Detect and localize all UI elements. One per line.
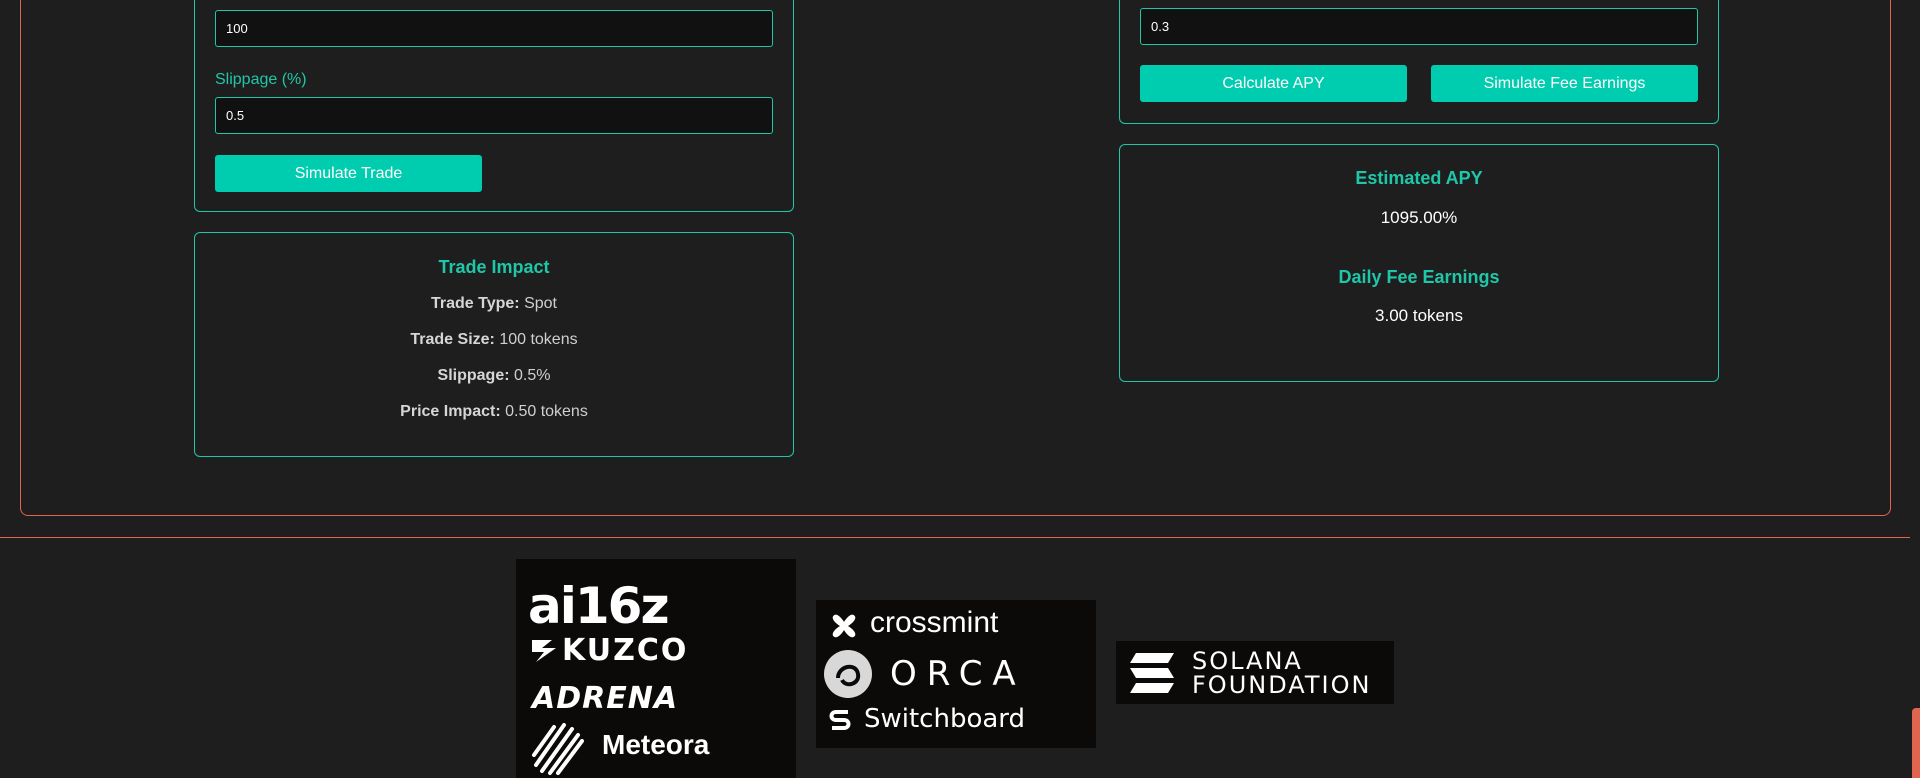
trade-size-input[interactable]: 100	[215, 10, 773, 47]
sponsor-logos-group-2: crossmint ORCA Switchboard	[816, 600, 1096, 748]
slippage-input[interactable]: 0.5	[215, 97, 773, 134]
ai16z-logo: ai16z	[528, 577, 670, 635]
switchboard-logo: Switchboard	[864, 704, 1026, 734]
sponsor-logos-group-1: ai16z KUZCO ADRENA Meteora	[516, 559, 796, 778]
meteora-icon	[528, 717, 588, 777]
simulate-fee-earnings-button[interactable]: Simulate Fee Earnings	[1431, 65, 1698, 102]
slippage-row-value: 0.5%	[509, 367, 551, 384]
price-impact-value: 0.50 tokens	[500, 403, 588, 420]
kuzco-icon	[530, 636, 558, 664]
trade-impact-panel: Trade Impact Trade Type: Spot Trade Size…	[194, 232, 794, 457]
orca-logo: ORCA	[890, 654, 1026, 694]
adrena-logo: ADRENA	[532, 681, 679, 716]
slippage-row: Slippage: 0.5%	[195, 367, 793, 385]
trade-size-label: Trade Size:	[410, 331, 495, 348]
meteora-logo: Meteora	[602, 729, 710, 760]
trade-type-value: Spot	[519, 295, 557, 312]
footer-divider	[0, 537, 1910, 538]
simulate-trade-button[interactable]: Simulate Trade	[215, 155, 482, 192]
trade-impact-title: Trade Impact	[438, 257, 550, 277]
switchboard-icon	[826, 706, 854, 734]
scrollbar-thumb[interactable]	[1912, 708, 1920, 778]
calculate-apy-button[interactable]: Calculate APY	[1140, 65, 1407, 102]
daily-fee-title: Daily Fee Earnings	[1338, 267, 1500, 287]
trade-size-value: 100 tokens	[494, 331, 578, 348]
price-impact-row: Price Impact: 0.50 tokens	[195, 403, 793, 421]
trade-size-row: Trade Size: 100 tokens	[195, 331, 793, 349]
trade-type-row: Trade Type: Spot	[195, 295, 793, 313]
orca-icon	[822, 648, 874, 700]
trade-form-panel: 100 Slippage (%) 0.5 Simulate Trade	[194, 0, 794, 212]
slippage-row-label: Slippage:	[437, 367, 510, 384]
solana-icon	[1128, 651, 1176, 695]
liquidity-form-panel: 0.3 Calculate APY Simulate Fee Earnings	[1119, 0, 1719, 124]
daily-fee-value: 3.00 tokens	[1375, 306, 1463, 325]
sponsor-logos-group-3: SOLANA FOUNDATION	[1116, 641, 1394, 704]
liquidity-results-panel: Estimated APY 1095.00% Daily Fee Earning…	[1119, 144, 1719, 382]
estimated-apy-value: 1095.00%	[1380, 208, 1458, 227]
solana-logo-line2: FOUNDATION	[1192, 671, 1372, 699]
kuzco-logo: KUZCO	[562, 633, 689, 668]
slippage-label: Slippage (%)	[215, 71, 307, 88]
trade-type-label: Trade Type:	[431, 295, 520, 312]
simulator-card: 100 Slippage (%) 0.5 Simulate Trade Trad…	[20, 0, 1891, 516]
fee-rate-input[interactable]: 0.3	[1140, 8, 1698, 45]
crossmint-logo: crossmint	[870, 606, 999, 639]
estimated-apy-title: Estimated APY	[1355, 168, 1483, 188]
price-impact-label: Price Impact:	[400, 403, 501, 420]
crossmint-icon	[826, 608, 862, 644]
